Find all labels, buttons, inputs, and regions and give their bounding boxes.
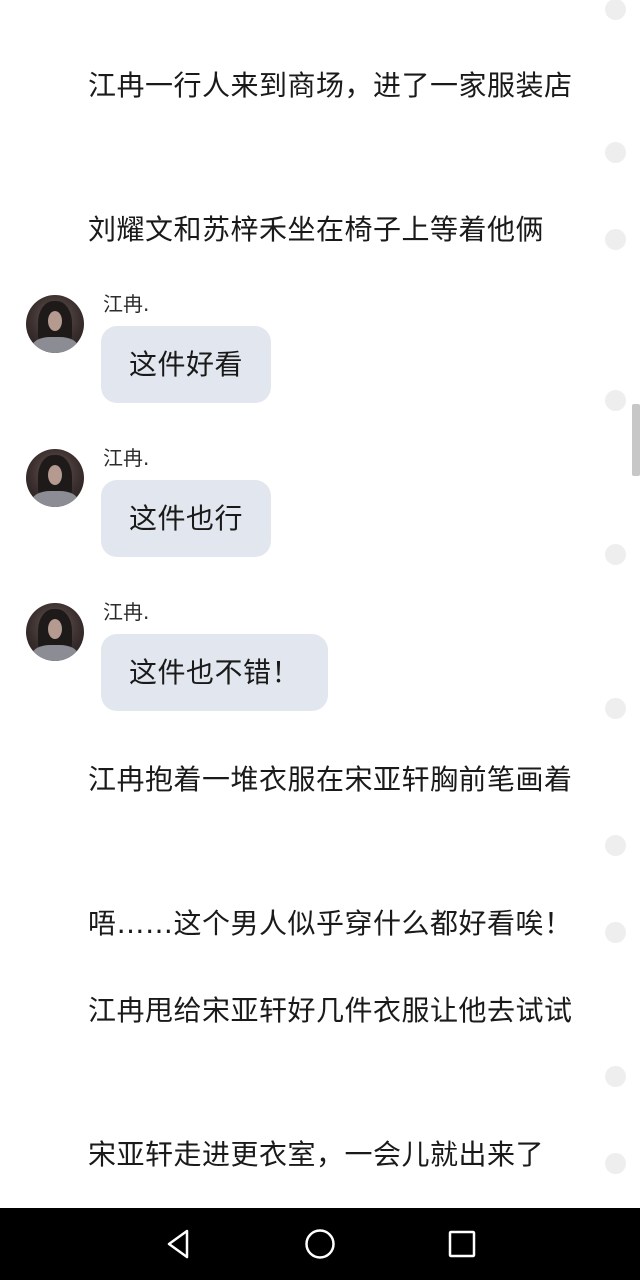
back-icon (167, 1229, 189, 1259)
avatar[interactable] (26, 603, 84, 661)
recents-icon (448, 1230, 476, 1258)
comment-dot[interactable] (605, 1153, 626, 1174)
story-paragraph: 江冉一行人来到商场，进了一家服装店 (88, 69, 573, 102)
comment-dot[interactable] (605, 229, 626, 250)
story-content[interactable]: 江冉一行人来到商场，进了一家服装店 刘耀文和苏梓禾坐在椅子上等着他俩 江冉. 这… (0, 0, 600, 1208)
scrollbar[interactable] (632, 404, 640, 476)
chat-message: 江冉. 这件也不错！ (0, 600, 600, 723)
story-paragraph: 江冉甩给宋亚轩好几件衣服让他去试试 (88, 994, 573, 1027)
speaker-name: 江冉. (103, 446, 150, 470)
comment-dot[interactable] (605, 544, 626, 565)
chat-bubble: 这件好看 (101, 326, 272, 403)
chat-message: 江冉. 这件好看 (0, 292, 600, 415)
comment-dot[interactable] (605, 1066, 626, 1087)
chat-bubble: 这件也不错！ (101, 634, 329, 711)
story-paragraph: 唔……这个男人似乎穿什么都好看唉！ (88, 907, 573, 940)
avatar[interactable] (26, 295, 84, 353)
comment-dot[interactable] (605, 922, 626, 943)
reader-screen: 江冉一行人来到商场，进了一家服装店 刘耀文和苏梓禾坐在椅子上等着他俩 江冉. 这… (0, 0, 640, 1280)
story-paragraph: 宋亚轩走进更衣室，一会儿就出来了 (88, 1138, 545, 1171)
back-button[interactable] (158, 1224, 198, 1264)
recents-button[interactable] (442, 1224, 482, 1264)
comment-dot[interactable] (605, 698, 626, 719)
comment-dot[interactable] (605, 142, 626, 163)
speaker-name: 江冉. (103, 600, 150, 624)
avatar[interactable] (26, 449, 84, 507)
chat-message: 江冉. 这件也行 (0, 446, 600, 569)
home-button[interactable] (300, 1224, 340, 1264)
comment-dot[interactable] (605, 835, 626, 856)
story-paragraph: 刘耀文和苏梓禾坐在椅子上等着他俩 (88, 213, 545, 246)
comment-dot[interactable] (605, 0, 626, 20)
chat-bubble: 这件也行 (101, 480, 272, 557)
speaker-name: 江冉. (103, 292, 150, 316)
comment-dot[interactable] (605, 390, 626, 411)
story-paragraph: 江冉抱着一堆衣服在宋亚轩胸前笔画着 (88, 763, 573, 796)
system-navigation-bar (0, 1208, 640, 1280)
home-icon (305, 1229, 335, 1259)
